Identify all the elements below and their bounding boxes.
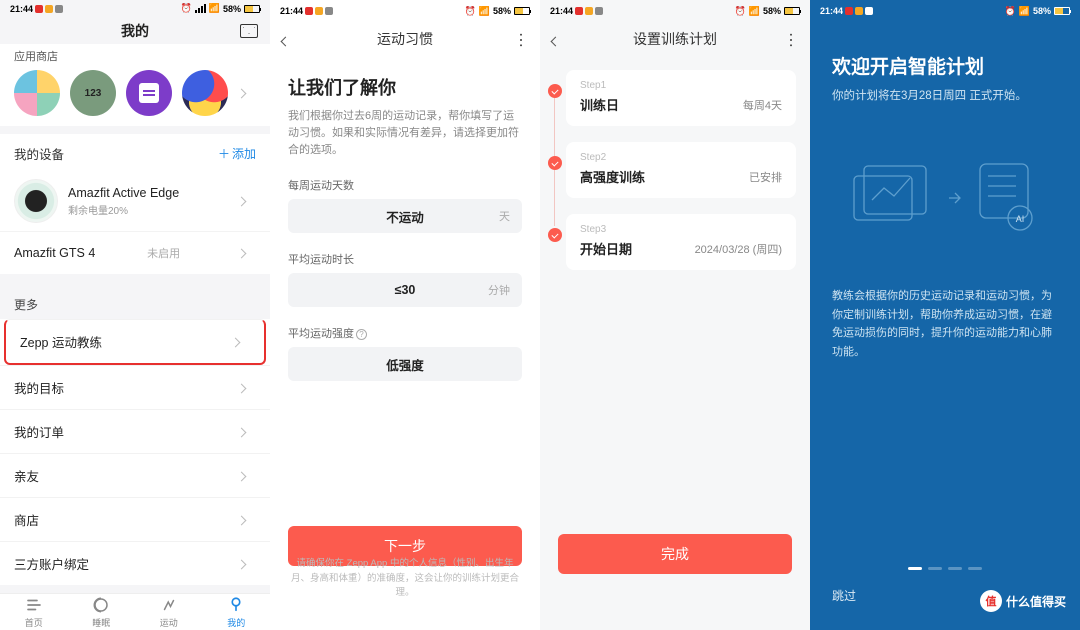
page-header: 我的	[0, 17, 270, 44]
menu-store[interactable]: 商店	[0, 497, 270, 541]
status-bar: 21:44 ⏰📶58%	[810, 0, 1080, 22]
page-indicator	[908, 567, 982, 570]
welcome-heading: 欢迎开启智能计划	[832, 52, 1058, 79]
description: 我们根据你过去6周的运动记录，帮你填写了运动习惯。如果和实际情况有差异，请选择更…	[288, 108, 522, 159]
status-bar: 21:44 ⏰📶58%	[270, 0, 540, 22]
welcome-subtitle: 你的计划将在3月28日周四 正式开始。	[832, 87, 1058, 103]
app-icon-faces[interactable]	[14, 70, 60, 116]
skip-button[interactable]: 跳过	[832, 587, 856, 604]
status-bar: 21:44 ⏰ 📶 58%	[0, 0, 270, 17]
footnote: 请确保你在 Zepp App 中的个人信息（性别、出生年月、身高和体重）的准确度…	[288, 557, 522, 600]
chevron-right-icon	[238, 379, 256, 397]
nav-title: 设置训练计划	[633, 29, 717, 49]
app-store-row[interactable]: 123	[0, 70, 270, 126]
device-row-gts4[interactable]: Amazfit GTS 4 未启用	[0, 231, 270, 274]
chevron-right-icon	[238, 423, 256, 441]
section-more-label: 更多	[0, 282, 270, 319]
chevron-right-icon	[238, 511, 256, 529]
watch-image	[14, 179, 58, 223]
heading: 让我们了解你	[288, 74, 522, 100]
chevron-right-icon[interactable]	[238, 84, 256, 102]
check-icon	[548, 228, 562, 242]
status-time: 21:44	[10, 4, 33, 14]
chevron-right-icon	[232, 333, 250, 351]
app-icon-calc[interactable]	[126, 70, 172, 116]
inbox-icon[interactable]	[240, 24, 258, 38]
tab-sleep[interactable]: 睡眠	[68, 594, 136, 630]
device-name: Amazfit Active Edge	[68, 186, 228, 200]
page-title: 我的	[121, 21, 149, 41]
check-icon	[548, 84, 562, 98]
tab-sport[interactable]: 运动	[135, 594, 203, 630]
app-store-label: 应用商店	[0, 44, 270, 70]
menu-friends[interactable]: 亲友	[0, 453, 270, 497]
field-label-intensity: 平均运动强度?	[288, 325, 522, 341]
device-status: 未启用	[147, 245, 180, 261]
menu-zepp-coach[interactable]: Zepp 运动教练	[4, 319, 266, 365]
step-card-start-date[interactable]: Step3 开始日期 2024/03/28 (周四)	[566, 214, 796, 270]
device-name: Amazfit GTS 4	[14, 246, 95, 260]
my-devices-label: 我的设备	[14, 144, 64, 163]
tab-home[interactable]: 首页	[0, 594, 68, 630]
field-days-picker[interactable]: 不运动 天	[288, 199, 522, 233]
illustration: AI	[832, 143, 1058, 253]
menu-my-goal[interactable]: 我的目标	[0, 365, 270, 409]
nav-bar: 运动习惯 ⋯	[270, 22, 540, 56]
more-menu-icon[interactable]: ⋯	[511, 32, 531, 46]
field-label-duration: 平均运动时长	[288, 251, 522, 267]
app-icon-123[interactable]: 123	[70, 70, 116, 116]
svg-text:AI: AI	[1016, 214, 1025, 224]
field-duration-picker[interactable]: ≤30 分钟	[288, 273, 522, 307]
menu-thirdparty[interactable]: 三方账户绑定	[0, 541, 270, 585]
add-device-button[interactable]: ＋添加	[218, 145, 256, 162]
field-intensity-picker[interactable]: 低强度	[288, 347, 522, 381]
chevron-right-icon	[238, 192, 256, 210]
app-icon-balls[interactable]	[182, 70, 228, 116]
menu-my-orders[interactable]: 我的订单	[0, 409, 270, 453]
nav-bar: 设置训练计划 ⋯	[540, 22, 810, 56]
more-menu-icon[interactable]: ⋯	[781, 32, 801, 46]
chevron-right-icon	[238, 244, 256, 262]
watermark-smzdm: 值 什么值得买	[980, 590, 1066, 612]
status-bar: 21:44 ⏰📶58%	[540, 0, 810, 22]
device-row-active-edge[interactable]: Amazfit Active Edge 剩余电量20%	[0, 171, 270, 231]
field-label-days: 每周运动天数	[288, 177, 522, 193]
nav-title: 运动习惯	[377, 29, 433, 49]
welcome-paragraph: 教练会根据你的历史运动记录和运动习惯，为你定制训练计划，帮助你养成运动习惯，在避…	[832, 287, 1058, 362]
step-card-high-intensity[interactable]: Step2 高强度训练 已安排	[566, 142, 796, 198]
back-button[interactable]	[282, 29, 289, 50]
help-icon[interactable]: ?	[356, 329, 367, 340]
status-indicators: ⏰ 📶 58%	[181, 3, 260, 14]
tab-bar: 首页 睡眠 运动 我的	[0, 593, 270, 630]
check-icon	[548, 156, 562, 170]
device-battery: 剩余电量20%	[68, 202, 228, 217]
finish-button[interactable]: 完成	[558, 534, 792, 574]
chevron-right-icon	[238, 467, 256, 485]
step-card-training-days[interactable]: Step1 训练日 每周4天	[566, 70, 796, 126]
chevron-right-icon	[238, 555, 256, 573]
tab-mine[interactable]: 我的	[203, 594, 271, 630]
back-button[interactable]	[552, 29, 559, 50]
